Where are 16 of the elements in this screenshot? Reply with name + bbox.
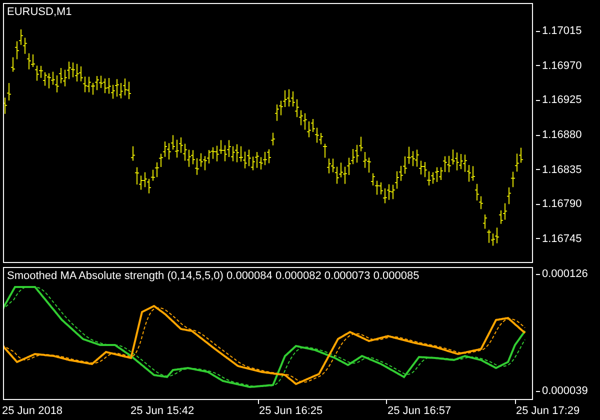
price-label: 1.16835: [541, 162, 582, 177]
price-label: 1.16925: [541, 93, 582, 108]
time-label: 25 Jun 2018: [1, 404, 64, 418]
scale-label: 0.000126: [541, 267, 588, 281]
symbol-label: EURUSD,M1: [7, 5, 72, 19]
indicator-title: Smoothed MA Absolute strength (0,14,5,5,0) 0.000084 0.000082 0.000073 0.000085: [7, 269, 420, 283]
time-label: 25 Jun 15:42: [130, 404, 196, 418]
price-label: 1.16970: [541, 58, 582, 73]
time-label: 25 Jun 17:29: [515, 404, 581, 418]
time-label: 25 Jun 16:25: [258, 404, 324, 418]
price-label: 1.16745: [541, 232, 582, 246]
time-label: 25 Jun 16:57: [386, 404, 452, 418]
scale-label: 0.000039: [541, 384, 588, 398]
price-label: 1.17015: [541, 24, 582, 38]
price-label: 1.16790: [541, 197, 582, 212]
price-label: 1.16880: [541, 128, 582, 142]
